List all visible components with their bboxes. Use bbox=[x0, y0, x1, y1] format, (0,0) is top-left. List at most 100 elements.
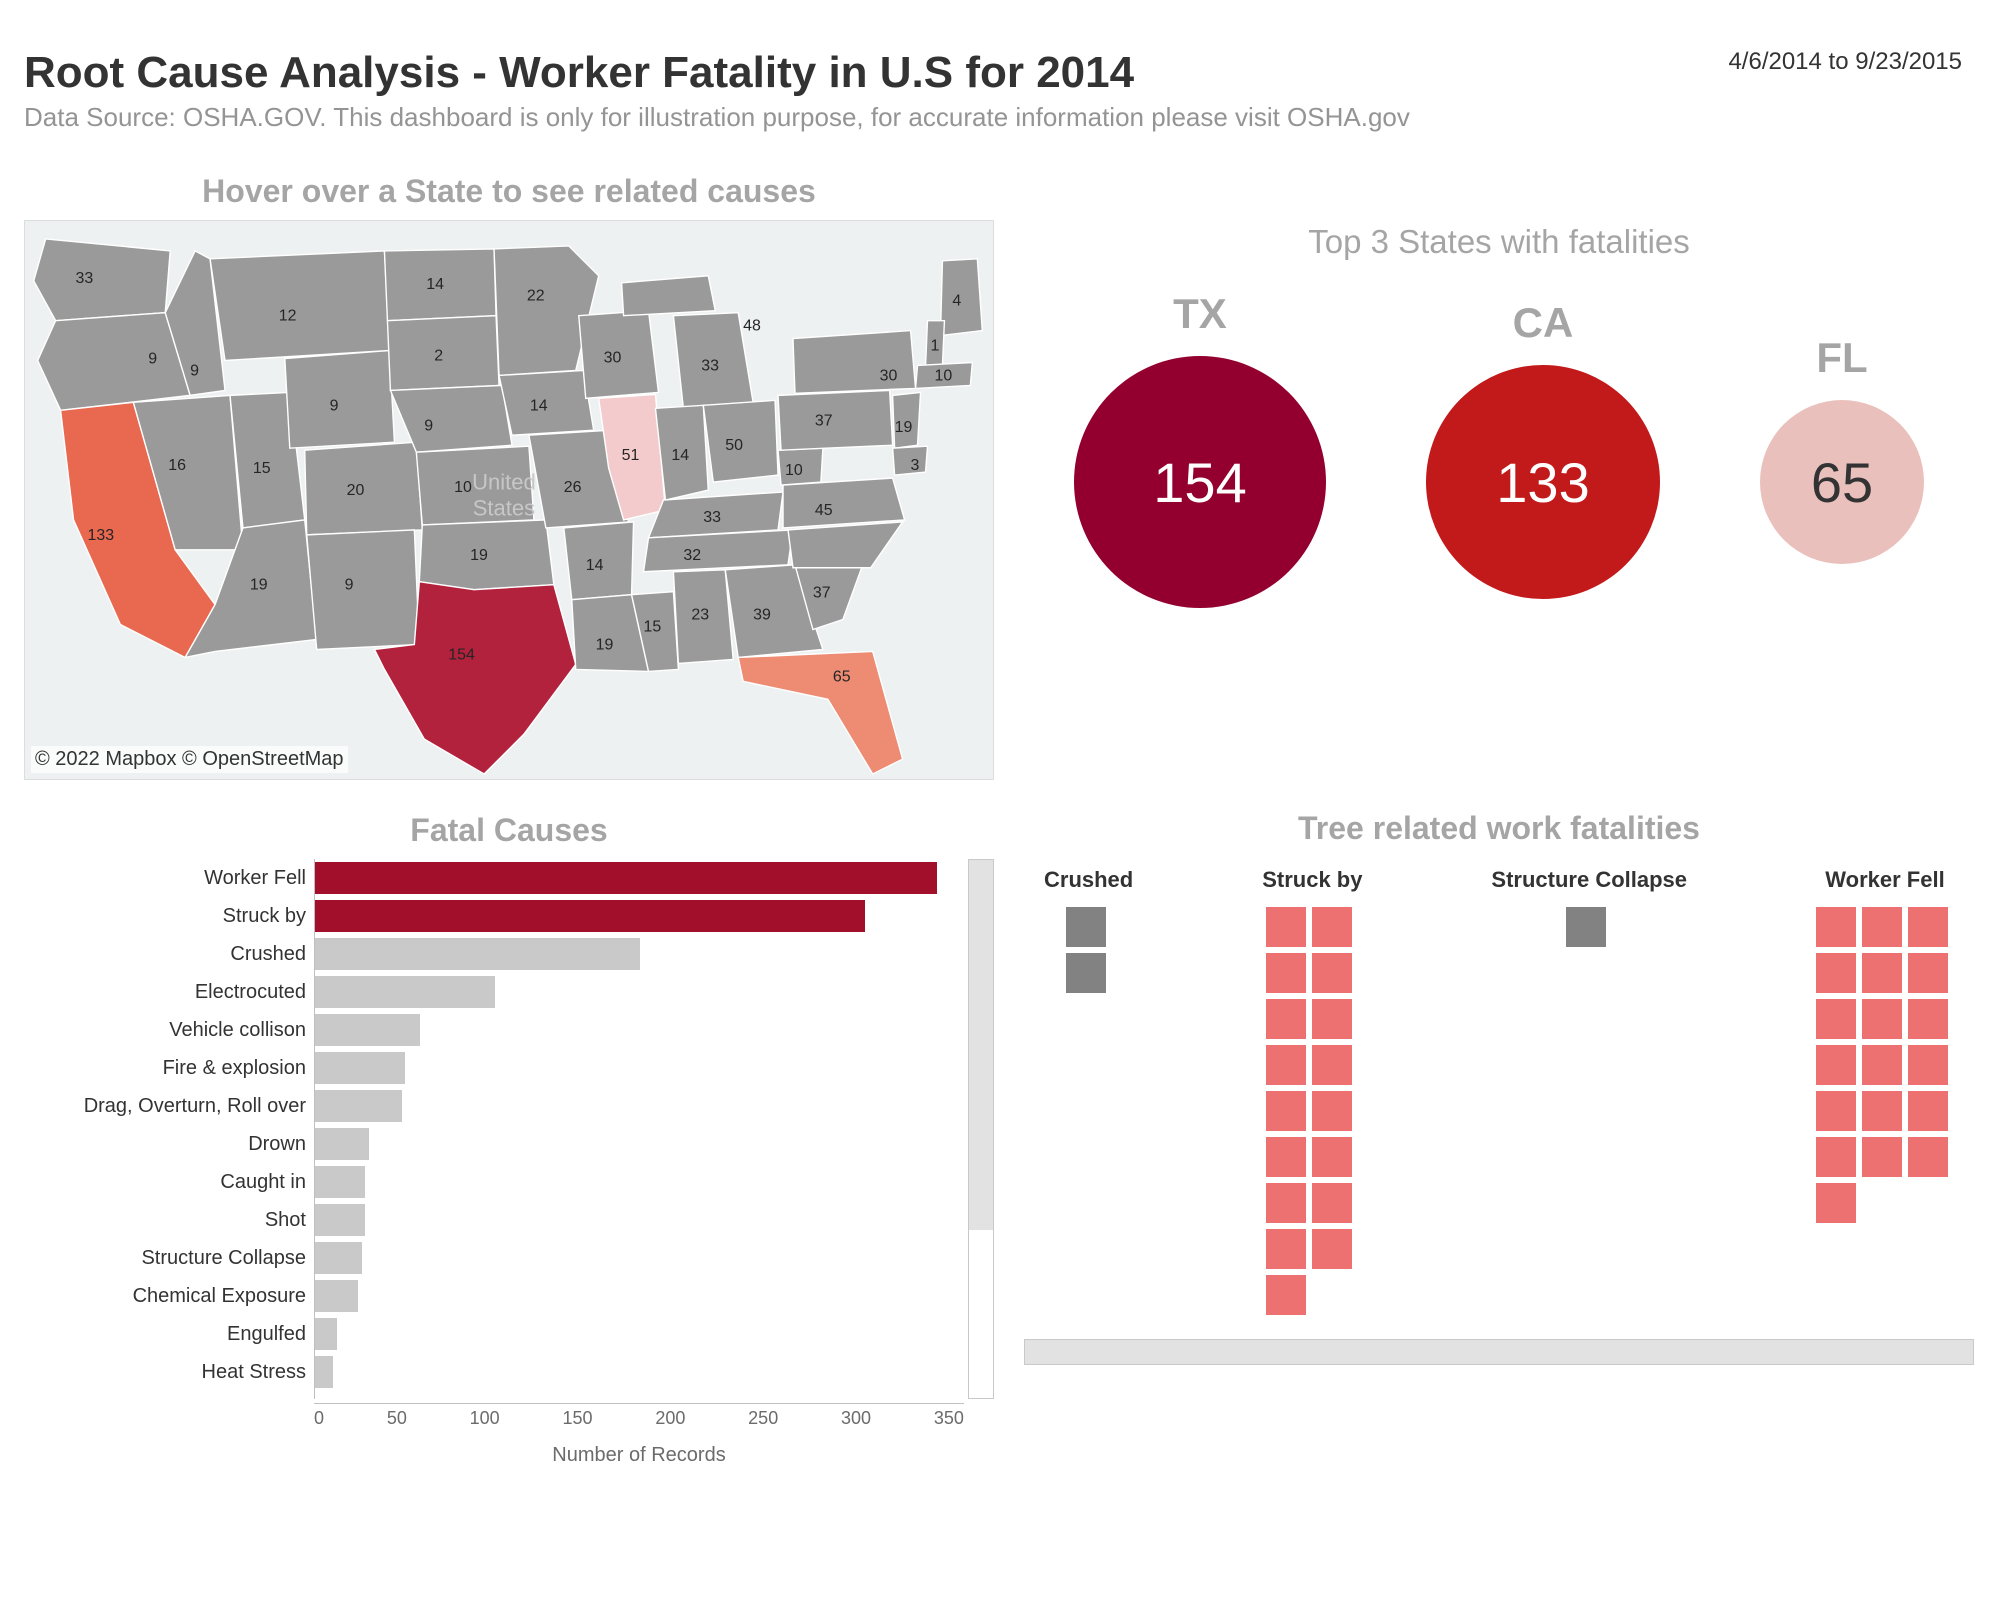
state-ar[interactable]: 14 bbox=[564, 522, 634, 600]
state-mt[interactable]: 12 bbox=[210, 251, 389, 361]
state-co[interactable]: 20 bbox=[305, 442, 423, 535]
bubble-icon[interactable]: 133 bbox=[1426, 365, 1660, 599]
waffle-cell[interactable] bbox=[1908, 1045, 1948, 1085]
waffle-cell[interactable] bbox=[1862, 999, 1902, 1039]
state-nc[interactable] bbox=[788, 522, 903, 568]
waffle-cell[interactable] bbox=[1266, 1229, 1306, 1269]
waffle-cell[interactable] bbox=[1266, 1091, 1306, 1131]
waffle-cell[interactable] bbox=[1266, 907, 1306, 947]
state-me[interactable]: 4 bbox=[940, 259, 982, 336]
waffle-cell[interactable] bbox=[1862, 1045, 1902, 1085]
waffle-cell[interactable] bbox=[1266, 1045, 1306, 1085]
state-wi[interactable]: 30 bbox=[579, 311, 659, 399]
state-in[interactable]: 14 bbox=[655, 405, 708, 500]
waffle-cell[interactable] bbox=[1312, 1137, 1352, 1177]
state-or[interactable]: 9 bbox=[38, 313, 190, 411]
waffle-cell[interactable] bbox=[1908, 1091, 1948, 1131]
waffle-cell[interactable] bbox=[1862, 1137, 1902, 1177]
waffle-cell[interactable] bbox=[1312, 1045, 1352, 1085]
bar[interactable] bbox=[315, 1280, 358, 1312]
bar[interactable] bbox=[315, 938, 640, 970]
waffle-cell[interactable] bbox=[1266, 1275, 1306, 1315]
us-map[interactable]: 33 9 133 9 16 15 19 12 9 20 9 14 2 9 10 … bbox=[24, 220, 994, 780]
waffle-cell[interactable] bbox=[1862, 1091, 1902, 1131]
waffle-cell[interactable] bbox=[1816, 1045, 1856, 1085]
waffle-cell[interactable] bbox=[1066, 953, 1106, 993]
waffle-cell[interactable] bbox=[1312, 1091, 1352, 1131]
bar[interactable] bbox=[315, 1318, 337, 1350]
waffle-cell[interactable] bbox=[1908, 953, 1948, 993]
bar[interactable] bbox=[315, 1242, 362, 1274]
state-wy[interactable]: 9 bbox=[285, 351, 395, 449]
waffle-cell[interactable] bbox=[1066, 907, 1106, 947]
bubble-icon[interactable]: 154 bbox=[1074, 356, 1326, 608]
state-nm[interactable]: 9 bbox=[307, 530, 420, 650]
state-pa[interactable]: 37 bbox=[778, 390, 893, 450]
waffle-cell[interactable] bbox=[1908, 907, 1948, 947]
waffle-cell[interactable] bbox=[1312, 1183, 1352, 1223]
tree-column[interactable]: Struck by bbox=[1262, 867, 1362, 1321]
svg-text:48: 48 bbox=[743, 318, 761, 335]
bar[interactable] bbox=[315, 1204, 365, 1236]
fatal-causes-chart[interactable]: Worker FellStruck byCrushedElectrocutedV… bbox=[24, 859, 994, 1469]
waffle-cell[interactable] bbox=[1908, 999, 1948, 1039]
scrollbar-thumb[interactable] bbox=[1025, 1340, 1973, 1364]
state-wv[interactable]: 10 bbox=[778, 448, 823, 485]
state-fl[interactable]: 65 bbox=[738, 651, 902, 774]
waffle-cell[interactable] bbox=[1862, 953, 1902, 993]
top-state-ca[interactable]: CA133 bbox=[1426, 299, 1660, 599]
tree-column[interactable]: Worker Fell bbox=[1816, 867, 1954, 1321]
bar[interactable] bbox=[315, 1128, 369, 1160]
waffle-cell[interactable] bbox=[1312, 1229, 1352, 1269]
state-nj[interactable]: 19 bbox=[893, 392, 921, 448]
waffle-cell[interactable] bbox=[1816, 999, 1856, 1039]
state-ok[interactable]: 19 bbox=[419, 520, 554, 590]
state-wa[interactable]: 33 bbox=[34, 239, 171, 321]
bar[interactable] bbox=[315, 1166, 365, 1198]
state-ma[interactable]: 10 bbox=[916, 362, 973, 388]
bar[interactable] bbox=[315, 862, 937, 894]
bubble-icon[interactable]: 65 bbox=[1760, 400, 1924, 564]
state-ia[interactable]: 14 bbox=[499, 370, 594, 435]
waffle-cell[interactable] bbox=[1312, 907, 1352, 947]
waffle-cell[interactable] bbox=[1816, 1091, 1856, 1131]
state-al[interactable]: 23 bbox=[673, 570, 733, 664]
waffle-cell[interactable] bbox=[1266, 1137, 1306, 1177]
state-ks[interactable]: 10 bbox=[416, 446, 534, 525]
waffle-cell[interactable] bbox=[1266, 999, 1306, 1039]
tree-column[interactable]: Crushed bbox=[1044, 867, 1133, 1321]
tree-scrollbar[interactable] bbox=[1024, 1339, 1974, 1365]
state-oh[interactable]: 50 bbox=[703, 400, 778, 482]
tree-column[interactable]: Structure Collapse bbox=[1491, 867, 1687, 1321]
waffle-cell[interactable] bbox=[1312, 999, 1352, 1039]
waffle-cell[interactable] bbox=[1816, 953, 1856, 993]
waffle-cell[interactable] bbox=[1266, 1183, 1306, 1223]
waffle-cell[interactable] bbox=[1266, 953, 1306, 993]
bar[interactable] bbox=[315, 976, 495, 1008]
scrollbar-thumb[interactable] bbox=[969, 860, 993, 1230]
state-md[interactable]: 3 bbox=[893, 446, 928, 475]
top-state-fl[interactable]: FL65 bbox=[1760, 334, 1924, 564]
map-svg[interactable]: 33 9 133 9 16 15 19 12 9 20 9 14 2 9 10 … bbox=[25, 221, 993, 779]
waffle-cell[interactable] bbox=[1816, 1137, 1856, 1177]
bar[interactable] bbox=[315, 1052, 405, 1084]
bar[interactable] bbox=[315, 1014, 420, 1046]
state-nh[interactable]: 1 bbox=[926, 321, 945, 368]
state-sd[interactable]: 2 bbox=[387, 316, 499, 391]
waffle-cell[interactable] bbox=[1862, 907, 1902, 947]
waffle-cell[interactable] bbox=[1566, 907, 1606, 947]
state-ny[interactable]: 30 bbox=[793, 331, 916, 394]
bar[interactable] bbox=[315, 1090, 402, 1122]
bar[interactable] bbox=[315, 900, 865, 932]
state-va[interactable]: 45 bbox=[783, 478, 905, 528]
state-mi[interactable]: 33 bbox=[673, 313, 753, 409]
bar[interactable] bbox=[315, 1356, 333, 1388]
waffle-cell[interactable] bbox=[1816, 907, 1856, 947]
state-nd[interactable]: 14 bbox=[384, 249, 496, 321]
waffle-cell[interactable] bbox=[1312, 953, 1352, 993]
top-state-tx[interactable]: TX154 bbox=[1074, 290, 1326, 608]
tree-waffle-grid[interactable]: Crushed Struck by Structure Collapse Worker… bbox=[1024, 867, 1974, 1321]
waffle-cell[interactable] bbox=[1908, 1137, 1948, 1177]
waffle-cell[interactable] bbox=[1816, 1183, 1856, 1223]
fatal-causes-scrollbar[interactable] bbox=[968, 859, 994, 1399]
